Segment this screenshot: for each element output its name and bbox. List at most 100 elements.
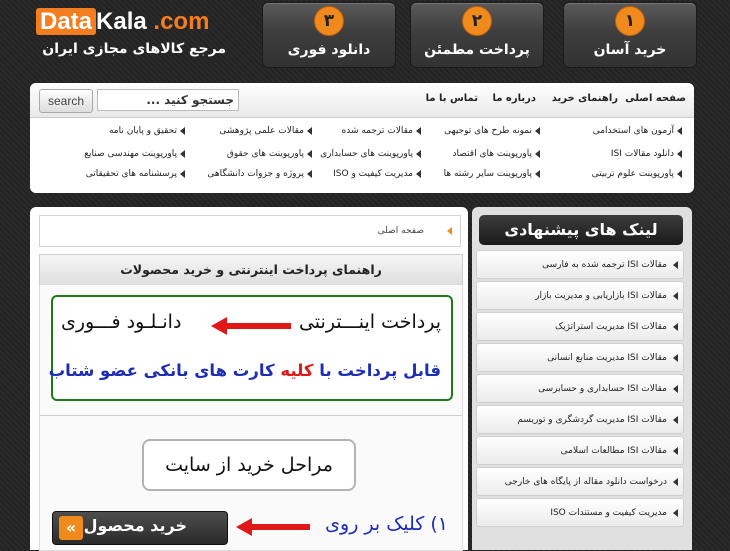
sidebar-link[interactable]: مقالات ISI بازاریابی و مدیریت بازار — [476, 281, 684, 310]
arrow-icon — [535, 169, 540, 178]
sidebar-link-label: مقالات ISI مدیریت گردشگری و توریسم — [517, 415, 667, 425]
sidebar-link-label: مقالات ISI مدیریت منابع انسانی — [547, 353, 667, 363]
category-link[interactable]: پاورپوینت علوم تربیتی — [592, 169, 682, 179]
banner-highlight: کلیه — [280, 361, 314, 380]
arrow-icon — [673, 447, 678, 455]
arrow-icon — [535, 149, 540, 158]
step-secure-payment: ۲ پرداخت مطمئن — [410, 2, 544, 68]
search-input[interactable]: جستجو کنید ... — [97, 89, 239, 111]
sidebar-link-label: مقالات ISI حسابداری و حسابرسی — [538, 384, 667, 394]
page-title: راهنمای پرداخت اینترنتی و خرید محصولات — [39, 254, 463, 286]
breadcrumb: صفحه اصلی — [39, 215, 461, 247]
top-menu-bar: صفحه اصلی راهنمای خرید درباره ما تماس با… — [30, 83, 694, 118]
step-number: ۱ — [615, 6, 645, 36]
arrow-icon — [180, 149, 185, 158]
buy-product-label: خرید محصول — [83, 516, 187, 535]
category-link[interactable]: آزمون های استخدامی — [593, 126, 682, 136]
purchase-steps-title: مراحل خرید از سایت — [142, 439, 356, 491]
category-link[interactable]: پرسشنامه های تحقیقاتی — [86, 169, 185, 179]
sidebar-link-label: مقالات ISI مدیریت استراتژیک — [555, 322, 667, 332]
sidebar-link-label: درخواست دانلود مقاله از پایگاه های خارجی — [504, 477, 667, 487]
category-link[interactable]: مدیریت کیفیت و ISO — [333, 169, 421, 179]
arrow-icon — [180, 169, 185, 178]
red-arrow-icon — [211, 317, 291, 335]
arrow-icon — [307, 149, 312, 158]
payment-banner: پرداخت اینـــترنتی دانـلـود فـــوری قابل… — [49, 295, 453, 401]
category-link[interactable]: پاورپوینت های حسابداری — [320, 149, 421, 159]
buy-product-button-illustration: « خرید محصول — [52, 511, 228, 545]
arrow-icon — [673, 354, 678, 362]
menu-contact[interactable]: تماس با ما — [426, 93, 478, 104]
logo-kala: Kala — [96, 8, 147, 35]
arrow-icon — [677, 169, 682, 178]
sidebar-link[interactable]: مقالات ISI ترجمه شده به فارسی — [476, 250, 684, 279]
category-link[interactable]: دانلود مقالات ISI — [611, 149, 682, 159]
category-link[interactable]: مقالات ترجمه شده — [342, 126, 421, 136]
category-link[interactable]: پاورپوینت مهندسی صنایع — [84, 149, 185, 159]
double-chevron-icon: « — [59, 516, 83, 540]
arrow-icon — [677, 149, 682, 158]
sidebar-title: لینک های پیشنهادی — [479, 215, 683, 245]
search-button[interactable]: search — [39, 89, 93, 113]
guide-content: پرداخت اینـــترنتی دانـلـود فـــوری قابل… — [39, 285, 463, 551]
sidebar-link[interactable]: مقالات ISI مدیریت گردشگری و توریسم — [476, 405, 684, 434]
arrow-icon — [673, 323, 678, 331]
category-link[interactable]: پاورپوینت سایر رشته ها — [444, 169, 540, 179]
menu-about[interactable]: درباره ما — [493, 93, 537, 104]
arrow-icon — [416, 169, 421, 178]
sidebar: لینک های پیشنهادی مقالات ISI ترجمه شده ب… — [472, 207, 692, 550]
arrow-icon — [307, 169, 312, 178]
site-logo[interactable]: Data Kala .com مرجع کالاهای مجازی ایران — [36, 8, 226, 63]
banner-bank-cards: قابل پرداخت با کلیه کارت های بانکی عضو ش… — [49, 361, 441, 380]
step-easy-purchase: ۱ خرید آسان — [563, 2, 697, 68]
category-link[interactable]: مقالات علمی پژوهشی — [219, 126, 312, 136]
category-link[interactable]: نمونه طرح های توجیهی — [444, 126, 540, 136]
banner-text: کارت های بانکی عضو شتاب — [48, 361, 275, 380]
navigation-panel: صفحه اصلی راهنمای خرید درباره ما تماس با… — [30, 83, 694, 193]
category-link[interactable]: پاورپوینت های حقوق — [227, 149, 312, 159]
sidebar-link[interactable]: مدیریت کیفیت و مستندات ISO — [476, 498, 684, 527]
arrow-icon — [416, 149, 421, 158]
step-label: خرید آسان — [593, 42, 667, 58]
arrow-icon — [180, 126, 185, 135]
step-one-instruction: ۱) کلیک بر روی — [325, 513, 448, 535]
category-link[interactable]: پاورپوینت های اقتصاد — [453, 149, 540, 159]
logo-com: .com — [153, 8, 210, 35]
logo-tagline: مرجع کالاهای مجازی ایران — [42, 41, 226, 57]
menu-buy-guide[interactable]: راهنمای خرید — [552, 93, 618, 104]
step-label: پرداخت مطمئن — [424, 42, 530, 58]
breadcrumb-home-link[interactable]: صفحه اصلی — [378, 226, 424, 236]
sidebar-link-label: مقالات ISI ترجمه شده به فارسی — [542, 260, 667, 270]
arrow-icon — [416, 126, 421, 135]
step-instant-download: ۳ دانلود فوری — [262, 2, 396, 68]
breadcrumb-arrow-icon — [447, 227, 452, 235]
step-label: دانلود فوری — [287, 42, 371, 58]
sidebar-link[interactable]: مقالات ISI مدیریت منابع انسانی — [476, 343, 684, 372]
step-number: ۲ — [462, 6, 492, 36]
banner-instant-download: دانـلـود فـــوری — [61, 311, 182, 333]
red-arrow-icon — [236, 518, 310, 536]
arrow-icon — [673, 292, 678, 300]
sidebar-link[interactable]: مقالات ISI مدیریت استراتژیک — [476, 312, 684, 341]
arrow-icon — [677, 126, 682, 135]
arrow-icon — [673, 385, 678, 393]
arrow-icon — [535, 126, 540, 135]
sidebar-link-label: مقالات ISI مطالعات اسلامی — [560, 446, 667, 456]
main-content: صفحه اصلی راهنمای پرداخت اینترنتی و خرید… — [30, 207, 468, 551]
sidebar-link[interactable]: مقالات ISI مطالعات اسلامی — [476, 436, 684, 465]
category-link[interactable]: پروژه و جزوات دانشگاهی — [207, 169, 312, 179]
step-number: ۳ — [314, 6, 344, 36]
arrow-icon — [673, 261, 678, 269]
logo-data: Data — [36, 8, 97, 35]
divider — [40, 415, 462, 416]
sidebar-link[interactable]: مقالات ISI حسابداری و حسابرسی — [476, 374, 684, 403]
category-link[interactable]: تحقیق و پایان نامه — [109, 126, 185, 136]
sidebar-link-label: مدیریت کیفیت و مستندات ISO — [550, 508, 667, 518]
banner-internet-payment: پرداخت اینـــترنتی — [298, 311, 441, 333]
arrow-icon — [673, 416, 678, 424]
logo-wordmark: Data Kala .com — [36, 8, 226, 36]
sidebar-link[interactable]: درخواست دانلود مقاله از پایگاه های خارجی — [476, 467, 684, 496]
menu-home[interactable]: صفحه اصلی — [625, 93, 686, 104]
arrow-icon — [307, 126, 312, 135]
sidebar-link-label: مقالات ISI بازاریابی و مدیریت بازار — [535, 291, 667, 301]
